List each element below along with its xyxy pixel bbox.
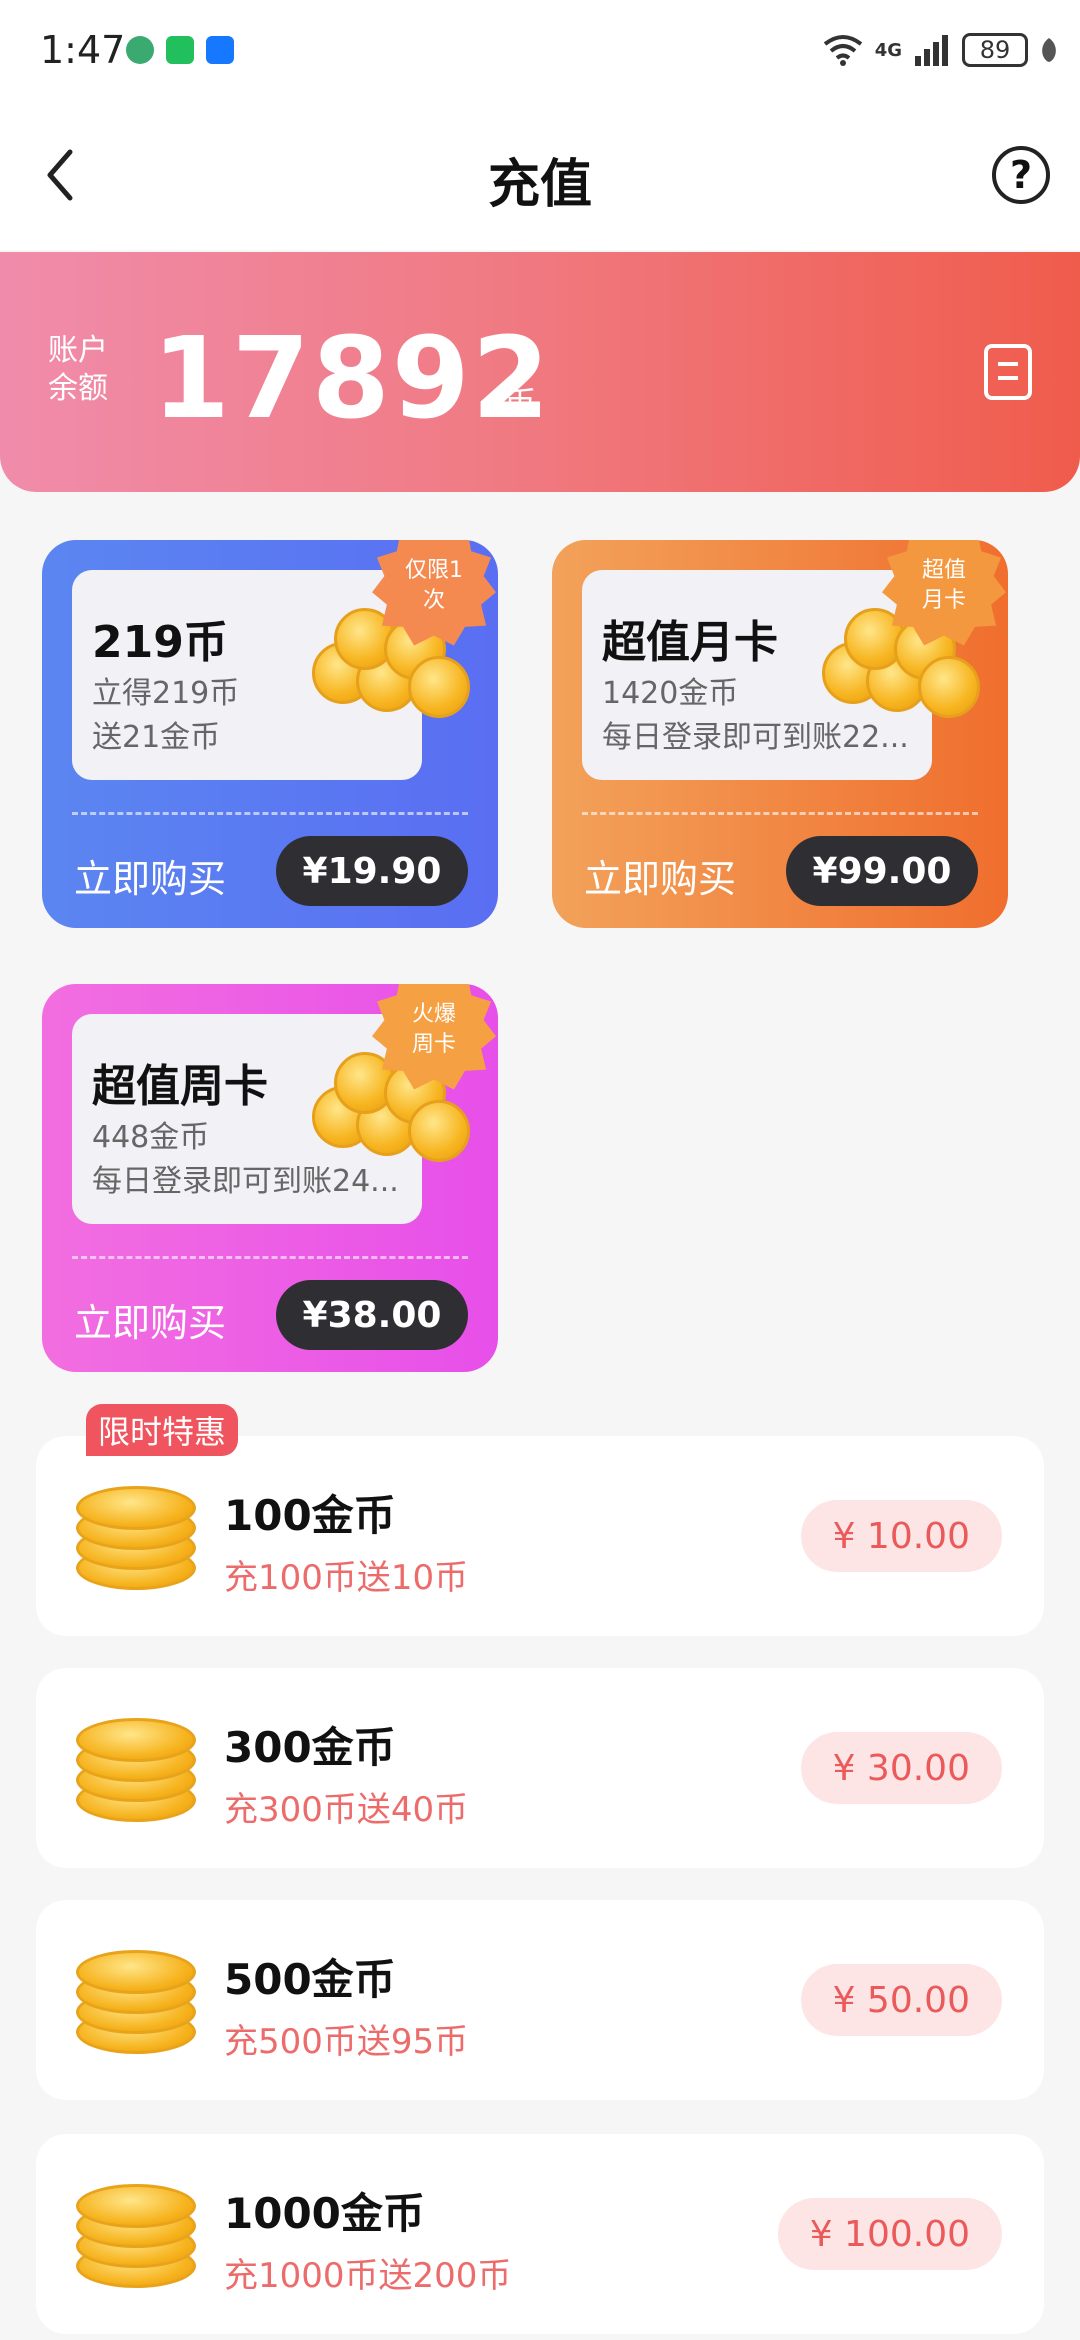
coin-package-bonus: 充100币送10币	[224, 1558, 469, 1598]
buy-now-label: 立即购买	[584, 857, 737, 901]
package-badge: 仅限1次	[372, 540, 496, 648]
package-detail: 立得219币	[92, 676, 240, 711]
coin-package-price-button[interactable]: ¥ 100.00	[777, 2198, 1002, 2270]
package-detail: 1420金币	[602, 676, 739, 711]
coin-stack-icon	[76, 2184, 196, 2288]
buy-now-label: 立即购买	[74, 857, 227, 901]
badge-label: 超值月卡	[921, 558, 966, 613]
divider	[72, 1256, 468, 1259]
coin-package-title: 100金币	[224, 1491, 396, 1540]
package-detail: 448金币	[92, 1120, 210, 1155]
coin-stack-icon	[76, 1718, 196, 1822]
coin-package-bonus: 充500币送95币	[224, 2022, 469, 2062]
network-type-label: 4G	[874, 39, 902, 61]
package-card[interactable]: 219币 立得219币 送21金币 仅限1次 立即购买 ¥19.90	[42, 540, 498, 928]
app-notification-icon	[126, 36, 154, 64]
package-title: 219币	[92, 617, 228, 668]
help-button[interactable]: ?	[992, 146, 1050, 204]
package-detail: 送21金币	[92, 720, 221, 755]
package-card[interactable]: 超值周卡 448金币 每日登录即可到账24... 火爆周卡 立即购买 ¥38.0…	[42, 984, 498, 1372]
leaf-icon	[1042, 38, 1056, 62]
divider	[582, 812, 978, 815]
coin-package-price-button[interactable]: ¥ 50.00	[800, 1964, 1002, 2036]
coin-package-item[interactable]: 1000金币 充1000币送200币 ¥ 100.00	[36, 2134, 1044, 2334]
status-time: 1:47	[40, 28, 126, 72]
divider	[72, 812, 468, 815]
balance-value: 17892	[152, 314, 552, 444]
buy-price-button[interactable]: ¥19.90	[276, 836, 468, 906]
page-title: 充值	[487, 155, 592, 215]
coin-package-title: 500金币	[224, 1955, 396, 2004]
buy-price-button[interactable]: ¥38.00	[276, 1280, 468, 1350]
transaction-record-icon[interactable]	[984, 344, 1032, 400]
wechat-icon	[166, 36, 194, 64]
balance-unit: 币	[504, 384, 537, 422]
coin-package-price-button[interactable]: ¥ 10.00	[800, 1500, 1002, 1572]
balance-banner: 账户余额 17892 币	[0, 252, 1080, 492]
buy-now-label: 立即购买	[74, 1301, 227, 1345]
battery-indicator: 89	[962, 33, 1028, 67]
wifi-icon	[823, 35, 862, 66]
signal-icon	[915, 35, 948, 66]
coin-package-item[interactable]: 300金币 充300币送40币 ¥ 30.00	[36, 1668, 1044, 1868]
coin-package-item[interactable]: 100金币 充100币送10币 ¥ 10.00	[36, 1436, 1044, 1636]
package-badge: 超值月卡	[882, 540, 1006, 648]
coin-package-item[interactable]: 500金币 充500币送95币 ¥ 50.00	[36, 1900, 1044, 2100]
package-card[interactable]: 超值月卡 1420金币 每日登录即可到账22... 超值月卡 立即购买 ¥99.…	[552, 540, 1008, 928]
buy-price-button[interactable]: ¥99.00	[786, 836, 978, 906]
coin-package-title: 300金币	[224, 1723, 396, 1772]
question-mark-icon: ?	[1009, 153, 1033, 197]
balance-label: 账户余额	[48, 333, 108, 406]
coin-package-title: 1000金币	[224, 2189, 425, 2238]
coin-package-price-button[interactable]: ¥ 30.00	[800, 1732, 1002, 1804]
status-bar: 1:47 4G 89	[0, 0, 1080, 100]
navigation-header: 充值 ?	[0, 100, 1080, 250]
coin-package-bonus: 充1000币送200币	[224, 2256, 512, 2296]
coin-package-bonus: 充300币送40币	[224, 1790, 469, 1830]
package-badge: 火爆周卡	[372, 984, 496, 1092]
coin-stack-icon	[76, 1950, 196, 2054]
coin-stack-icon	[76, 1486, 196, 1590]
package-title: 超值周卡	[92, 1061, 268, 1112]
badge-label: 仅限1次	[405, 558, 463, 613]
alipay-icon	[206, 36, 234, 64]
package-title: 超值月卡	[602, 617, 778, 668]
limited-offer-tag: 限时特惠	[86, 1404, 239, 1456]
badge-label: 火爆周卡	[411, 1002, 456, 1057]
